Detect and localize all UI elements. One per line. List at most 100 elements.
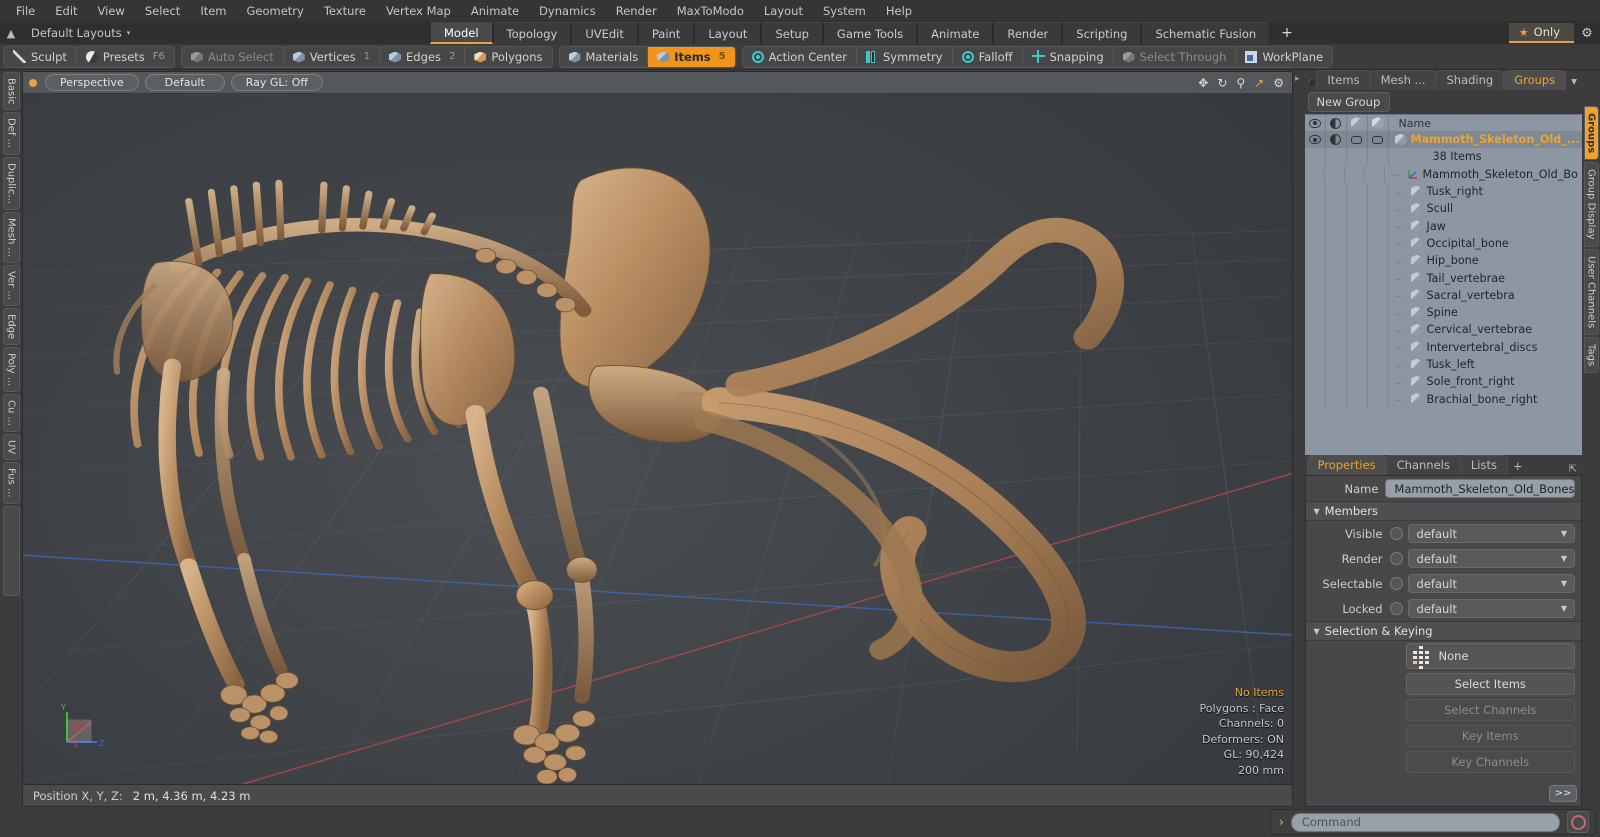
symmetry-button[interactable]: Symmetry: [856, 46, 953, 67]
properties-tab-properties[interactable]: Properties: [1306, 455, 1387, 475]
viewport-projection-dropdown[interactable]: Perspective: [45, 74, 139, 91]
locked-dropdown[interactable]: default ▼: [1407, 599, 1575, 618]
list-item[interactable]: … Cervical_vertebrae: [1305, 321, 1582, 339]
list-item[interactable]: … Tusk_left: [1305, 355, 1582, 374]
gear-icon[interactable]: ⚙: [1574, 26, 1600, 41]
layout-tab-setup[interactable]: Setup: [761, 22, 823, 44]
visible-channel-dot[interactable]: [1389, 527, 1403, 540]
selectable-dropdown[interactable]: default ▼: [1407, 574, 1575, 593]
properties-expand-icon[interactable]: ⇱: [1569, 464, 1582, 475]
left-tab-mesh[interactable]: Mesh ...: [2, 211, 20, 263]
layout-tab-animate[interactable]: Animate: [917, 22, 994, 44]
render-channel-dot[interactable]: [1389, 552, 1403, 565]
name-input[interactable]: Mammoth_Skeleton_Old_Bones_\: [1385, 479, 1575, 498]
left-tab-polygon[interactable]: Poly ...: [2, 346, 20, 393]
zoom-icon[interactable]: ⚲: [1236, 76, 1245, 90]
menu-item-dynamics[interactable]: Dynamics: [529, 2, 606, 20]
add-layout-tab-button[interactable]: +: [1270, 22, 1304, 44]
vertices-button[interactable]: Vertices 1: [283, 46, 380, 67]
column-shading-moon-icon[interactable]: [1326, 115, 1347, 131]
layout-tab-topology[interactable]: Topology: [492, 22, 572, 44]
left-tab-deform[interactable]: Def ...: [2, 112, 20, 155]
panel-tab-groups[interactable]: Groups: [1503, 70, 1567, 90]
layout-tab-render[interactable]: Render: [993, 22, 1063, 44]
locked-channel-dot[interactable]: [1389, 602, 1403, 615]
selection-keying-section-header[interactable]: ▼ Selection & Keying: [1305, 621, 1581, 641]
right-tab-user-channels[interactable]: User Channels: [1583, 248, 1599, 335]
list-item[interactable]: … Sacral_vertebra: [1305, 286, 1582, 304]
list-item[interactable]: … Brachial_bone_right: [1305, 390, 1582, 408]
key-items-button[interactable]: Key Items: [1405, 725, 1575, 747]
layout-tab-paint[interactable]: Paint: [637, 22, 695, 44]
edges-button[interactable]: Edges 2: [380, 46, 466, 67]
list-item[interactable]: … Hip_bone: [1305, 252, 1582, 270]
left-tab-fusion[interactable]: Fus ...: [2, 462, 20, 504]
panel-tab-mesh[interactable]: Mesh ...: [1369, 70, 1437, 90]
mammoth-skeleton-model[interactable]: [23, 94, 1292, 784]
left-tab-empty[interactable]: [2, 505, 20, 596]
column-select-box-icon[interactable]: [1368, 115, 1389, 131]
select-channels-button[interactable]: Select Channels: [1405, 699, 1575, 721]
new-group-button[interactable]: New Group: [1307, 92, 1390, 112]
left-tab-edge[interactable]: Edge: [2, 307, 20, 345]
axis-gizmo[interactable]: Y Z X: [57, 698, 109, 750]
panel-tabs-chevron-down-icon[interactable]: ▾: [1565, 72, 1583, 90]
panel-knob-icon[interactable]: [1307, 74, 1317, 90]
action-center-button[interactable]: Action Center: [742, 46, 857, 67]
left-tab-uv[interactable]: UV: [2, 434, 20, 461]
item-list[interactable]: Mammoth_Skeleton_Old_... 38 Items … Mamm…: [1304, 131, 1582, 455]
list-item[interactable]: … Scull: [1305, 200, 1582, 218]
select-items-button[interactable]: Select Items: [1405, 673, 1575, 695]
menu-item-animate[interactable]: Animate: [461, 2, 529, 20]
viewport-style-dropdown[interactable]: Default: [144, 74, 225, 91]
snapping-button[interactable]: Snapping: [1022, 46, 1114, 67]
gear-icon[interactable]: ⚙: [1273, 76, 1284, 90]
viewport-canvas[interactable]: No Items Polygons : Face Channels: 0 Def…: [23, 94, 1292, 784]
selectable-channel-dot[interactable]: [1389, 577, 1403, 590]
properties-tab-lists[interactable]: Lists: [1459, 455, 1508, 475]
row-eye-icon[interactable]: [1305, 131, 1326, 149]
list-item[interactable]: … Jaw: [1305, 217, 1582, 235]
column-render-box-icon[interactable]: [1347, 115, 1368, 131]
list-item[interactable]: … Occipital_bone: [1305, 234, 1582, 253]
menu-item-system[interactable]: System: [813, 2, 876, 20]
only-toggle-button[interactable]: ★ Only: [1508, 23, 1574, 43]
menu-item-view[interactable]: View: [88, 2, 135, 20]
layout-tab-uvedit[interactable]: UVEdit: [571, 22, 638, 44]
left-tab-basic[interactable]: Basic: [2, 72, 20, 111]
layout-tab-game-tools[interactable]: Game Tools: [822, 22, 918, 44]
layout-tab-model[interactable]: Model: [430, 22, 493, 44]
layout-tab-schematic-fusion[interactable]: Schematic Fusion: [1141, 22, 1271, 44]
render-dropdown[interactable]: default ▼: [1407, 549, 1575, 568]
workplane-button[interactable]: WorkPlane: [1236, 46, 1333, 67]
list-item[interactable]: … Sole_front_right: [1305, 373, 1582, 391]
list-item[interactable]: … Tail_vertebrae: [1305, 269, 1582, 287]
panel-collapse-arrow[interactable]: ▸: [1295, 70, 1305, 807]
auto-select-button[interactable]: Auto Select: [181, 46, 284, 67]
items-button[interactable]: Items 5: [648, 46, 735, 67]
right-tab-group-display[interactable]: Group Display: [1583, 162, 1599, 247]
menu-item-file[interactable]: File: [6, 2, 45, 20]
members-section-header[interactable]: ▼ Members: [1305, 501, 1581, 521]
properties-tab-channels[interactable]: Channels: [1385, 455, 1461, 475]
layout-tab-layout[interactable]: Layout: [694, 22, 762, 44]
list-item[interactable]: … Intervertebral_discs: [1305, 338, 1582, 356]
list-item[interactable]: … Mammoth_Skeleton_Old_Bo ...: [1305, 165, 1582, 183]
visible-dropdown[interactable]: default ▼: [1407, 524, 1575, 543]
menu-item-vertex-map[interactable]: Vertex Map: [376, 2, 461, 20]
menu-item-render[interactable]: Render: [606, 2, 667, 20]
left-tab-duplicate[interactable]: Duplic...: [2, 156, 20, 210]
select-through-button[interactable]: Select Through: [1113, 46, 1237, 67]
command-input[interactable]: Command: [1290, 812, 1560, 832]
rotate-icon[interactable]: ↻: [1217, 76, 1227, 90]
viewport-raygl-dropdown[interactable]: Ray GL: Off: [230, 74, 323, 91]
left-tab-curve[interactable]: Cu ...: [2, 394, 20, 433]
menu-item-layout[interactable]: Layout: [754, 2, 813, 20]
expand-properties-button[interactable]: >>: [1549, 785, 1577, 802]
properties-tab-add[interactable]: +: [1507, 457, 1529, 475]
row-moon-icon[interactable]: [1326, 131, 1347, 149]
menu-item-help[interactable]: Help: [876, 2, 922, 20]
fit-icon[interactable]: ↗: [1254, 76, 1264, 90]
list-item-root[interactable]: Mammoth_Skeleton_Old_...: [1304, 131, 1582, 149]
default-layouts-dropdown[interactable]: Default Layouts ▾: [22, 22, 139, 44]
